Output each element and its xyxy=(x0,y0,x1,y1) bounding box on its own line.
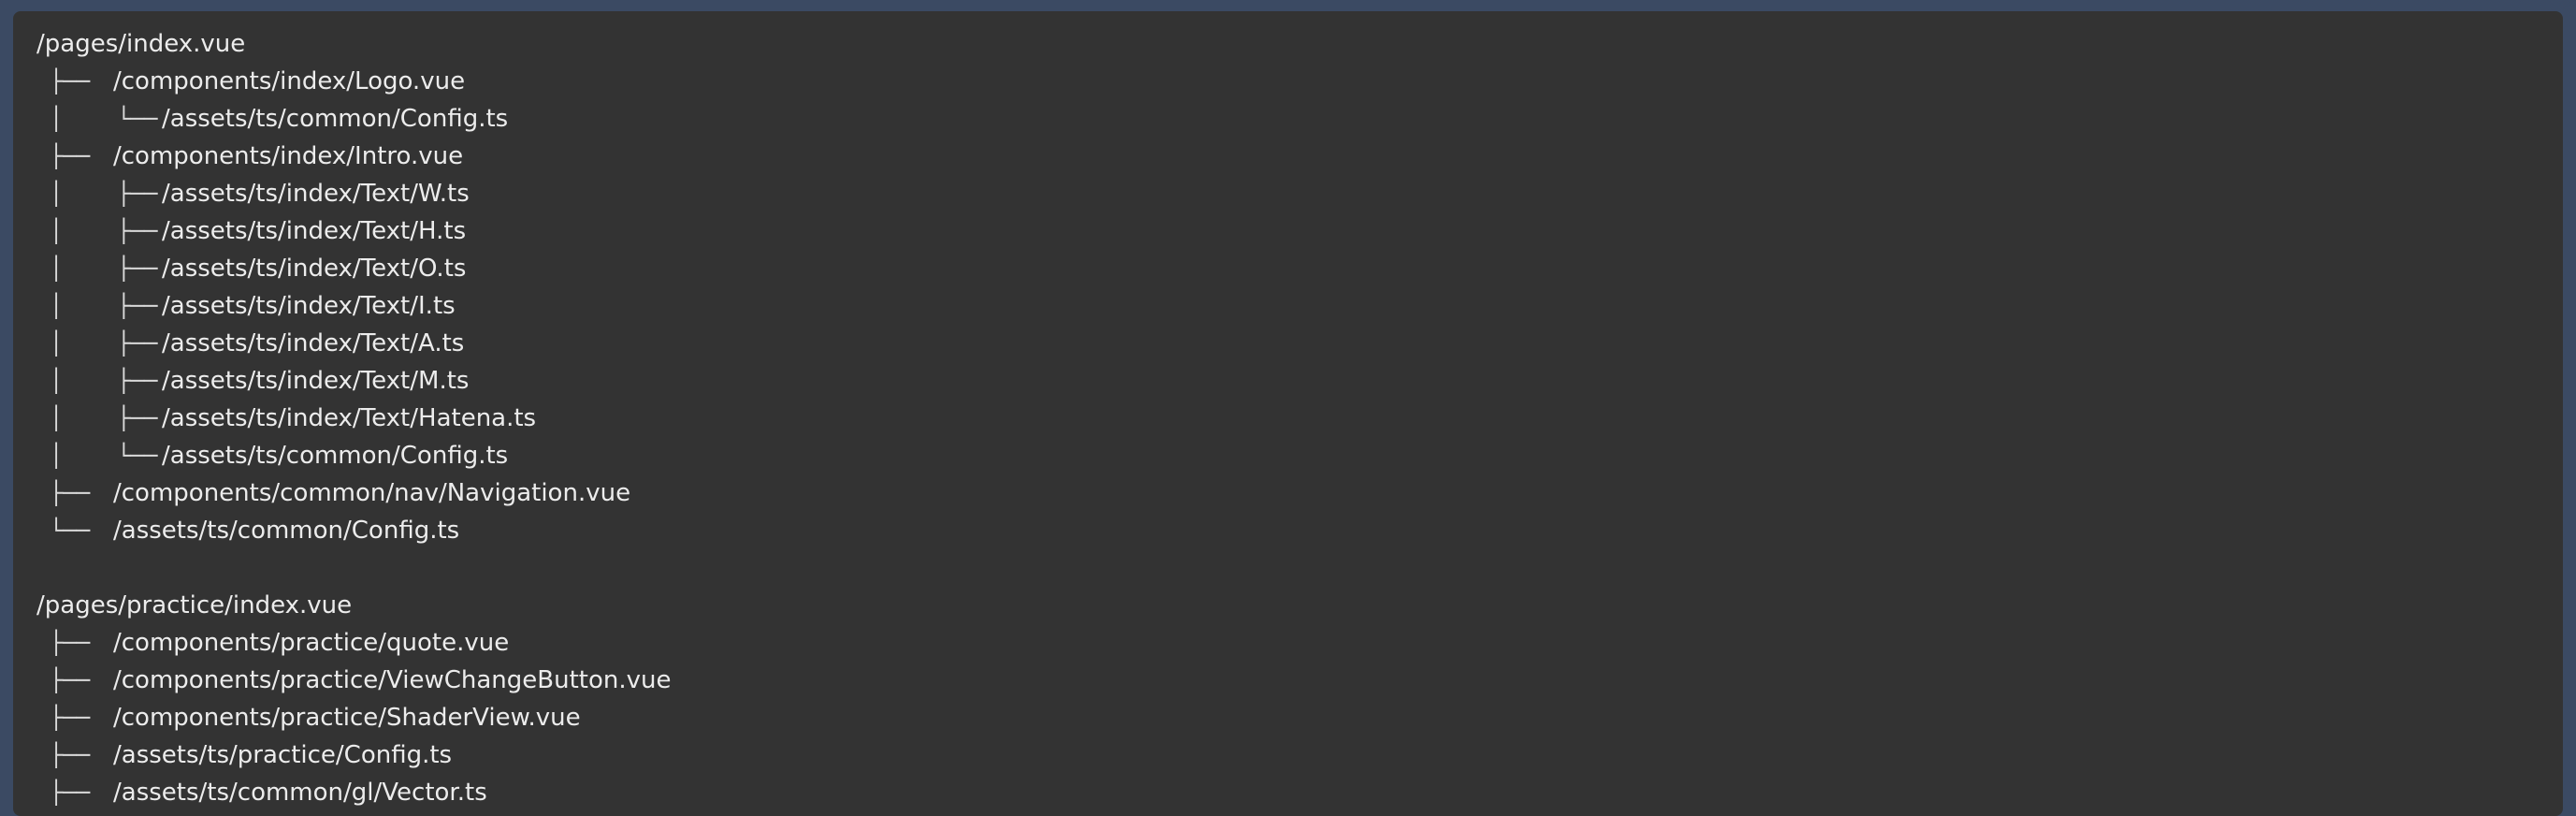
file-path: /assets/ts/index/Text/I.ts xyxy=(162,292,456,320)
tree-branch: ├── xyxy=(50,780,91,806)
file-path: /assets/ts/common/gl/Vector.ts xyxy=(113,779,487,807)
tree-line: ├── /components/index/Intro.vue xyxy=(36,138,2540,175)
tree-branch: ├── xyxy=(50,480,91,506)
tree-line: ├── /components/practice/ShaderView.vue xyxy=(36,699,2540,736)
tree-branch: ├── xyxy=(50,143,91,169)
file-path: /assets/ts/common/Config.ts xyxy=(113,517,460,545)
file-path: /components/common/nav/Navigation.vue xyxy=(113,479,631,507)
tree-branch: │ └── xyxy=(50,106,158,132)
file-path: /assets/ts/index/Text/H.ts xyxy=(162,217,467,245)
file-path: /assets/ts/index/Text/O.ts xyxy=(162,255,467,283)
file-path: /components/index/Logo.vue xyxy=(113,67,466,95)
tree-branch: │ ├── xyxy=(50,181,158,207)
file-path: /pages/practice/index.vue xyxy=(36,591,353,619)
file-tree: /pages/index.vue ├── /components/index/Log… xyxy=(36,25,2540,811)
tree-branch: ├── xyxy=(50,68,91,95)
tree-branch: └── xyxy=(50,517,91,544)
file-path: /pages/index.vue xyxy=(36,30,246,58)
tree-line: │ ├──/assets/ts/index/Text/M.ts xyxy=(36,362,2540,400)
tree-branch: ├── xyxy=(50,705,91,731)
file-path: /components/practice/ViewChangeButton.vu… xyxy=(113,666,672,694)
file-path: /assets/ts/practice/Config.ts xyxy=(113,741,453,769)
tree-line: /pages/index.vue xyxy=(36,25,2540,63)
file-path: /components/practice/quote.vue xyxy=(113,629,510,657)
code-block: /pages/index.vue ├── /components/index/Log… xyxy=(13,11,2563,816)
tree-line: │ └──/assets/ts/common/Config.ts xyxy=(36,437,2540,474)
tree-line: │ └──/assets/ts/common/Config.ts xyxy=(36,100,2540,138)
tree-branch: ├── xyxy=(50,630,91,656)
file-path: /assets/ts/common/Config.ts xyxy=(162,442,509,470)
file-path: /components/index/Intro.vue xyxy=(113,142,464,170)
file-path: /assets/ts/common/Config.ts xyxy=(162,105,509,133)
file-path: /components/practice/ShaderView.vue xyxy=(113,704,581,732)
tree-branch: ├── xyxy=(50,667,91,693)
tree-line: │ ├──/assets/ts/index/Text/I.ts xyxy=(36,287,2540,325)
tree-line: └── /assets/ts/common/Config.ts xyxy=(36,512,2540,549)
tree-branch: ├── xyxy=(50,742,91,768)
file-path: /assets/ts/index/Text/Hatena.ts xyxy=(162,404,537,432)
tree-branch: │ ├── xyxy=(50,218,158,244)
tree-line: │ ├──/assets/ts/index/Text/H.ts xyxy=(36,212,2540,250)
tree-line: ├── /components/practice/ViewChangeButton… xyxy=(36,662,2540,699)
tree-line: ├── /components/common/nav/Navigation.vue xyxy=(36,474,2540,512)
tree-line xyxy=(36,549,2540,587)
tree-line: │ ├──/assets/ts/index/Text/O.ts xyxy=(36,250,2540,287)
tree-branch: │ ├── xyxy=(50,368,158,394)
tree-line: │ ├──/assets/ts/index/Text/Hatena.ts xyxy=(36,400,2540,437)
file-path: /assets/ts/index/Text/W.ts xyxy=(162,180,470,208)
tree-line: │ ├──/assets/ts/index/Text/W.ts xyxy=(36,175,2540,212)
tree-line: ├── /components/practice/quote.vue xyxy=(36,624,2540,662)
tree-branch: │ ├── xyxy=(50,255,158,282)
tree-branch: │ └── xyxy=(50,443,158,469)
tree-branch: │ ├── xyxy=(50,405,158,431)
tree-line: ├── /assets/ts/practice/Config.ts xyxy=(36,736,2540,774)
tree-line: ├── /assets/ts/common/gl/Vector.ts xyxy=(36,774,2540,811)
file-path: /assets/ts/index/Text/M.ts xyxy=(162,367,470,395)
tree-line: /pages/practice/index.vue xyxy=(36,587,2540,624)
tree-branch: │ ├── xyxy=(50,330,158,357)
tree-line: ├── /components/index/Logo.vue xyxy=(36,63,2540,100)
tree-line: │ ├──/assets/ts/index/Text/A.ts xyxy=(36,325,2540,362)
tree-branch: │ ├── xyxy=(50,293,158,319)
file-path: /assets/ts/index/Text/A.ts xyxy=(162,329,465,357)
